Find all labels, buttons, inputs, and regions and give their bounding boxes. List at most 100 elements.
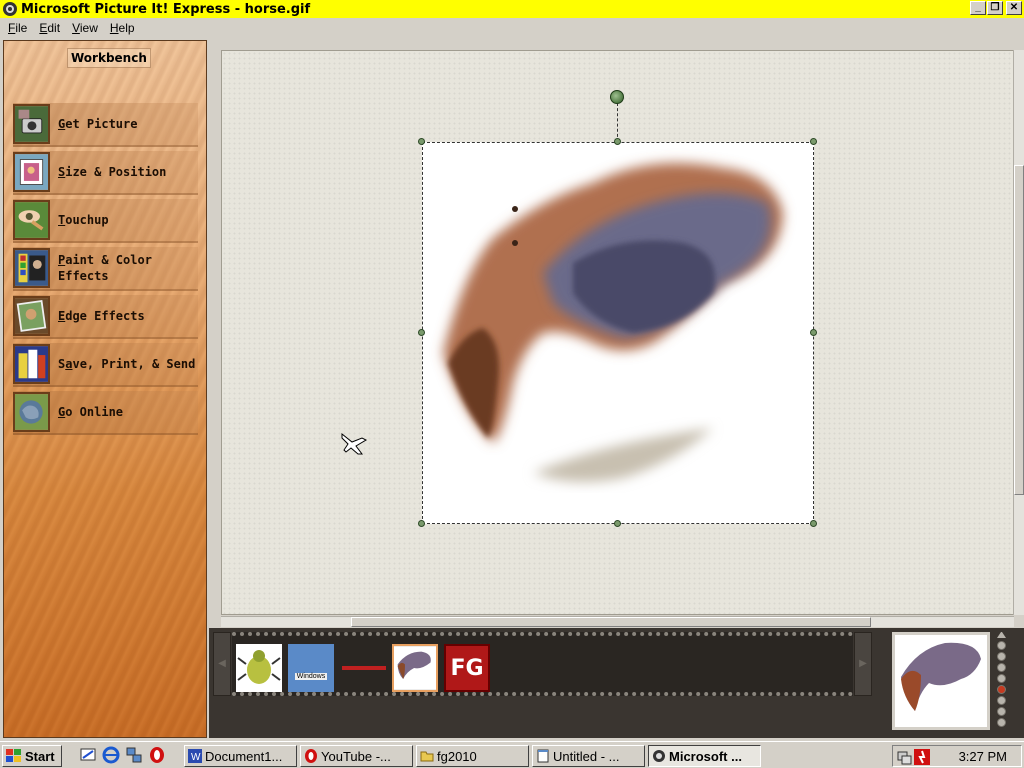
task-untitled[interactable]: Untitled - ...	[532, 745, 645, 767]
task-label: fg2010	[437, 748, 477, 764]
page-dot[interactable]	[997, 641, 1006, 650]
page-dot[interactable]	[997, 652, 1006, 661]
workbench-item-label: Edge Effects	[58, 309, 145, 323]
paint-icon	[13, 248, 50, 288]
task-document1[interactable]: W Document1...	[184, 745, 297, 767]
resize-handle-top[interactable]	[614, 138, 621, 145]
picture-it-icon	[653, 750, 665, 762]
task-microsoft-picture-it[interactable]: Microsoft ...	[648, 745, 761, 767]
word-icon: W	[188, 749, 202, 763]
page-dot-active[interactable]	[997, 685, 1006, 694]
internet-explorer-icon[interactable]	[102, 746, 120, 764]
workbench-item-label: Save, Print, & Send	[58, 357, 196, 371]
edge-icon	[13, 296, 50, 336]
rotate-handle[interactable]	[610, 90, 624, 104]
task-youtube[interactable]: YouTube -...	[300, 745, 413, 767]
filmstrip: Windows FG	[232, 632, 853, 696]
page-dot[interactable]	[997, 674, 1006, 683]
clock[interactable]: 3:27 PM	[959, 749, 1007, 764]
page-dot[interactable]	[997, 696, 1006, 705]
network-tray-icon[interactable]	[897, 749, 913, 765]
horizontal-scrollbar[interactable]	[221, 616, 1014, 627]
page-dot[interactable]	[997, 707, 1006, 716]
menu-file[interactable]: File	[2, 21, 33, 35]
menu-edit[interactable]: Edit	[33, 21, 66, 35]
workbench-item-label: Go Online	[58, 405, 124, 419]
resize-handle-top-right[interactable]	[810, 138, 817, 145]
windows-logo-icon	[6, 749, 21, 762]
resize-handle-bottom-right[interactable]	[810, 520, 817, 527]
rotate-connector	[617, 103, 618, 142]
vertical-scrollbar[interactable]	[1013, 50, 1024, 615]
eye-icon	[13, 200, 50, 240]
system-tray: 3:27 PM	[892, 745, 1022, 767]
restore-button[interactable]: ❐	[987, 1, 1003, 15]
workbench-go-online[interactable]: Go Online	[13, 391, 198, 435]
network-icon[interactable]	[125, 746, 143, 764]
selected-picture[interactable]	[422, 142, 814, 524]
workbench-item-label: Get Picture	[58, 117, 138, 131]
horse-thumbnail[interactable]	[392, 644, 438, 692]
camera-icon	[13, 104, 50, 144]
resize-handle-bottom-left[interactable]	[418, 520, 425, 527]
resize-handle-bottom[interactable]	[614, 520, 621, 527]
start-button[interactable]: Start	[2, 745, 62, 767]
filmstrip-scroll-right-button[interactable]: ▶	[854, 632, 872, 696]
task-fg2010[interactable]: fg2010	[416, 745, 529, 767]
filmstrip-scroll-left-button[interactable]: ◀	[213, 632, 231, 696]
airplane-cursor-icon	[341, 432, 368, 455]
page-dot[interactable]	[997, 663, 1006, 672]
workbench-get-picture[interactable]: Get Picture	[13, 103, 198, 147]
task-label: Microsoft ...	[669, 748, 742, 764]
workbench-size-position[interactable]: Size & Position	[13, 151, 198, 195]
arrow-thumbnail[interactable]	[340, 644, 388, 692]
windows-thumbnail[interactable]: Windows	[288, 644, 334, 692]
filmstrip-panel: ◀ Windows FG ▶	[209, 628, 1024, 738]
workbench-save-print-send[interactable]: Save, Print, & Send	[13, 343, 198, 387]
page-dot[interactable]	[997, 718, 1006, 727]
title-bar: Microsoft Picture It! Express - horse.gi…	[0, 0, 1024, 18]
preview-thumbnail	[892, 632, 990, 730]
menu-bar: File Edit View Help	[0, 18, 1024, 38]
dots-up-arrow-icon[interactable]	[997, 632, 1006, 638]
resize-handle-left[interactable]	[418, 329, 425, 336]
fg-thumbnail[interactable]: FG	[444, 644, 490, 692]
resize-handle-top-left[interactable]	[418, 138, 425, 145]
resize-handle-right[interactable]	[810, 329, 817, 336]
workbench-paint-color-effects[interactable]: Paint & Color Effects	[13, 247, 198, 291]
vertical-scroll-thumb[interactable]	[1014, 165, 1024, 495]
horse-image	[443, 163, 783, 482]
workbench-item-label: Paint & Color Effects	[58, 253, 152, 283]
minimize-button[interactable]: _	[970, 1, 986, 15]
notepad-icon	[537, 749, 549, 763]
horizontal-scroll-thumb[interactable]	[351, 617, 871, 627]
bug-thumbnail[interactable]	[236, 644, 282, 692]
close-button[interactable]: ✕	[1006, 1, 1022, 15]
workbench-title: Workbench	[67, 48, 151, 68]
workbench-panel: Workbench Get Picture Size & Position To…	[3, 40, 207, 738]
opera-icon	[305, 749, 317, 763]
windows-thumbnail-text: Windows	[294, 673, 328, 680]
task-label: Untitled - ...	[553, 748, 620, 764]
resize-icon	[13, 152, 50, 192]
task-label: YouTube -...	[321, 748, 391, 764]
task-label: Document1...	[205, 748, 283, 764]
taskbar: Start W Document1... YouTube -... fg2010…	[0, 741, 1024, 768]
menu-help[interactable]: Help	[104, 21, 141, 35]
folder-icon	[420, 751, 434, 762]
svg-text:W: W	[191, 752, 201, 763]
start-label: Start	[25, 748, 55, 764]
globe-icon	[13, 392, 50, 432]
workbench-item-label: Touchup	[58, 213, 109, 227]
workbench-touchup[interactable]: Touchup	[13, 199, 198, 243]
page-dots	[997, 632, 1009, 732]
workbench-edge-effects[interactable]: Edge Effects	[13, 295, 198, 339]
fg-thumbnail-text: FG	[450, 655, 484, 681]
opera-icon[interactable]	[148, 746, 166, 764]
show-desktop-icon[interactable]	[79, 746, 97, 764]
alert-tray-icon[interactable]	[914, 749, 930, 765]
menu-view[interactable]: View	[66, 21, 104, 35]
workbench-item-label: Size & Position	[58, 165, 167, 179]
window-title: Microsoft Picture It! Express - horse.gi…	[21, 1, 311, 17]
picture-it-app-icon	[3, 2, 17, 16]
